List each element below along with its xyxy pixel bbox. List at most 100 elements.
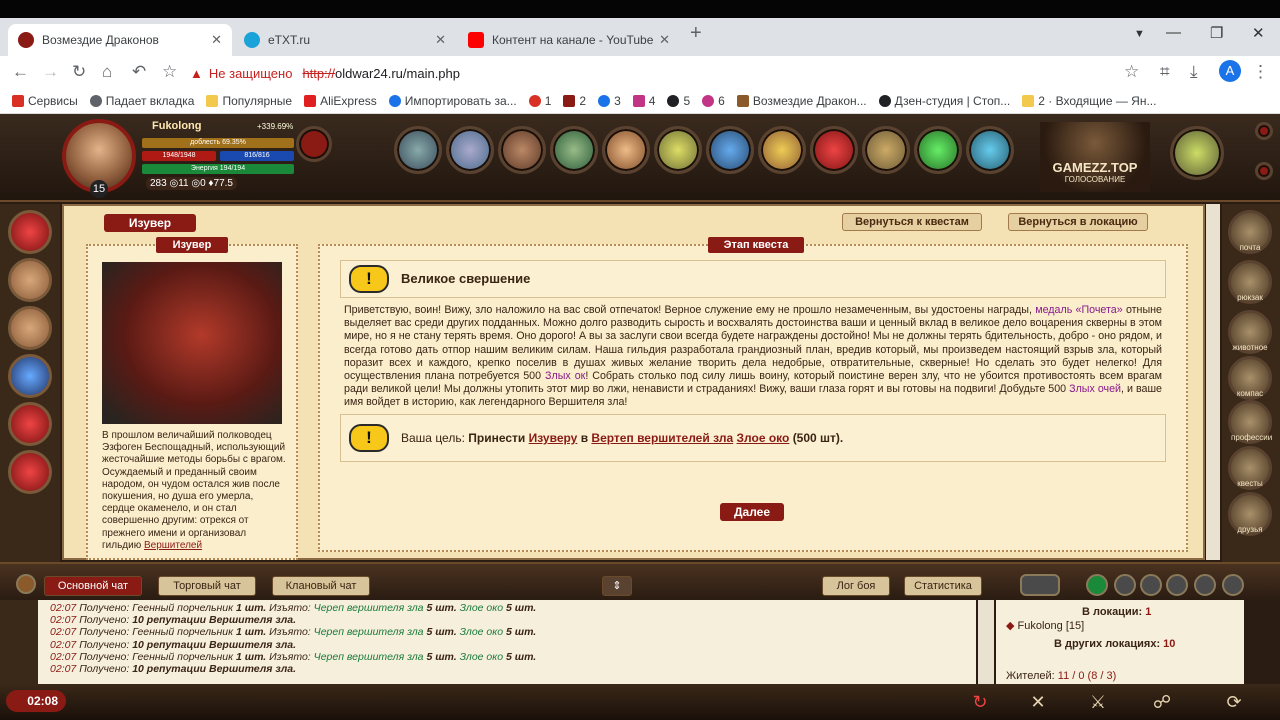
reload-icon[interactable]: ↻ — [72, 62, 86, 82]
event-icon[interactable] — [1170, 126, 1224, 180]
return-to-location-button[interactable]: Вернуться в локацию — [1008, 213, 1148, 231]
return-to-quests-button[interactable]: Вернуться к квестам — [842, 213, 982, 231]
online-player-name[interactable]: Fukolong [15] — [1018, 620, 1085, 632]
tab-search-icon[interactable]: ▼ — [1134, 28, 1145, 40]
star-icon[interactable]: ☆ — [1124, 62, 1139, 82]
settings-icon[interactable] — [1255, 162, 1273, 180]
effect-icon[interactable] — [8, 210, 52, 254]
evil-eye-link[interactable]: Злых ок — [545, 370, 585, 382]
filter-icon[interactable] — [1166, 574, 1188, 596]
group-icon[interactable]: ☍ — [1144, 690, 1180, 714]
minimize-icon[interactable]: — — [1166, 24, 1181, 41]
castle-icon[interactable] — [446, 126, 494, 174]
swords-icon[interactable]: ✕ — [1020, 690, 1056, 714]
chat-settings-icon[interactable] — [16, 574, 36, 594]
filter-icon[interactable] — [1222, 574, 1244, 596]
new-tab-button[interactable]: + — [690, 22, 702, 45]
bookmark-popular[interactable]: Популярные — [206, 94, 292, 108]
quests-button[interactable]: квесты — [1228, 446, 1272, 490]
undo-icon[interactable]: ↶ — [132, 62, 146, 82]
effect-icon[interactable] — [8, 354, 52, 398]
knight-icon[interactable] — [550, 126, 598, 174]
download-icon[interactable]: ⤓ — [1190, 62, 1198, 82]
url-text[interactable]: http://oldwar24.ru/main.php — [302, 66, 460, 81]
bookmark-tab[interactable]: Падает вкладка — [89, 94, 194, 108]
tab-trade-chat[interactable]: Торговый чат — [158, 576, 256, 596]
bookmark-heart[interactable]: 1 — [528, 94, 551, 108]
mail-button[interactable]: почта — [1228, 210, 1272, 254]
backpack-button[interactable]: рюкзак — [1228, 260, 1272, 304]
forward-icon[interactable]: → — [42, 62, 59, 82]
tab-clan-chat[interactable]: Клановый чат — [272, 576, 370, 596]
filter-icon[interactable] — [1140, 574, 1162, 596]
goal-npc-link[interactable]: Изуверу — [529, 431, 578, 445]
hammer-icon[interactable] — [862, 126, 910, 174]
bookmark-dzen[interactable]: Дзен-студия | Стоп... — [878, 94, 1010, 108]
close-window-icon[interactable]: ✕ — [1252, 24, 1265, 42]
pet-button[interactable]: животное — [1228, 310, 1272, 354]
bookmark-star-icon[interactable]: ☆ — [162, 62, 177, 82]
refresh-icon[interactable]: ↻ — [962, 690, 998, 714]
bookmark-mail[interactable]: 2 · Входящие — Ян... — [1022, 94, 1156, 108]
chat-bubbles-icon[interactable] — [966, 126, 1014, 174]
close-tab-icon[interactable]: ✕ — [659, 32, 670, 48]
player-name[interactable]: Fukolong — [152, 120, 202, 132]
next-button[interactable]: Далее — [720, 503, 784, 521]
npc-desc-link[interactable]: Вершителей — [144, 540, 202, 551]
close-tab-icon[interactable]: ✕ — [211, 32, 222, 48]
exit-icon[interactable] — [1255, 122, 1273, 140]
effect-icon[interactable] — [8, 402, 52, 446]
goal-place-link[interactable]: Вертеп вершителей зла — [591, 431, 733, 445]
bookmark-5[interactable]: 5 — [667, 94, 690, 108]
fight-icon[interactable]: ⚔ — [1080, 690, 1116, 714]
back-icon[interactable]: ← — [12, 62, 29, 82]
medal-link[interactable]: медаль «Почета» — [1035, 304, 1122, 316]
crown-icon[interactable] — [296, 126, 332, 162]
tab-youtube[interactable]: Контент на канале - YouTube St ✕ — [458, 24, 680, 56]
coins-icon[interactable] — [654, 126, 702, 174]
filter-icon[interactable] — [1114, 574, 1136, 596]
battle-log-button[interactable]: Лог боя — [822, 576, 890, 596]
gamezz-vote-button[interactable]: GAMEZZ.TOP ГОЛОСОВАНИЕ — [1040, 122, 1150, 192]
players-icon[interactable] — [1020, 574, 1060, 596]
tab-vozmezdie[interactable]: Возмездие Драконов ✕ — [8, 24, 232, 56]
evil-eye-link[interactable]: Злых очей — [1069, 383, 1121, 395]
bookmark-6[interactable]: 6 — [702, 94, 725, 108]
professions-button[interactable]: профессии — [1228, 400, 1272, 444]
compass-button[interactable]: компас — [1228, 356, 1272, 400]
help-icon[interactable] — [914, 126, 962, 174]
bear-icon[interactable] — [498, 126, 546, 174]
friends-button[interactable]: друзья — [1228, 492, 1272, 536]
tab-etxt[interactable]: eTXT.ru ✕ — [234, 24, 456, 56]
bookmark-vozmezdie[interactable]: Возмездие Дракон... — [736, 94, 867, 108]
close-tab-icon[interactable]: ✕ — [435, 32, 446, 48]
bookmark-services[interactable]: Сервисы — [12, 94, 78, 108]
sword-icon[interactable] — [602, 126, 650, 174]
omnibox[interactable]: ▲ Не защищено http://oldwar24.ru/main.ph… — [190, 61, 1150, 85]
restore-icon[interactable]: ❐ — [1210, 24, 1223, 42]
chat-collapse-button[interactable]: ⇕ — [602, 576, 632, 596]
chat-scrollbar[interactable] — [978, 600, 994, 684]
screenshot-icon[interactable]: ⌗ — [1160, 62, 1170, 82]
statue-icon[interactable] — [394, 126, 442, 174]
main-scrollbar[interactable] — [1206, 204, 1220, 560]
profile-avatar[interactable]: A — [1219, 60, 1241, 82]
bookmark-4[interactable]: 4 — [632, 94, 655, 108]
menu-icon[interactable]: ⋮ — [1252, 62, 1269, 82]
statistics-button[interactable]: Статистика — [904, 576, 982, 596]
clan-icon[interactable] — [810, 126, 858, 174]
bookmark-import[interactable]: Импортировать за... — [388, 94, 517, 108]
sync-icon[interactable]: ⟳ — [1216, 690, 1252, 714]
bookmark-3[interactable]: 3 — [598, 94, 621, 108]
filter-icon[interactable] — [1086, 574, 1108, 596]
gold-icon[interactable] — [758, 126, 806, 174]
goal-item-link[interactable]: Злое око — [737, 431, 790, 445]
filter-icon[interactable] — [1194, 574, 1216, 596]
effect-icon[interactable] — [8, 450, 52, 494]
bookmark-2[interactable]: 2 — [563, 94, 586, 108]
tab-main-chat[interactable]: Основной чат — [44, 576, 142, 596]
home-icon[interactable]: ⌂ — [102, 62, 112, 82]
empty-slot-icon[interactable] — [8, 258, 52, 302]
banner-icon[interactable] — [706, 126, 754, 174]
online-player-row[interactable]: ◆ Fukolong [15] — [1006, 619, 1084, 632]
